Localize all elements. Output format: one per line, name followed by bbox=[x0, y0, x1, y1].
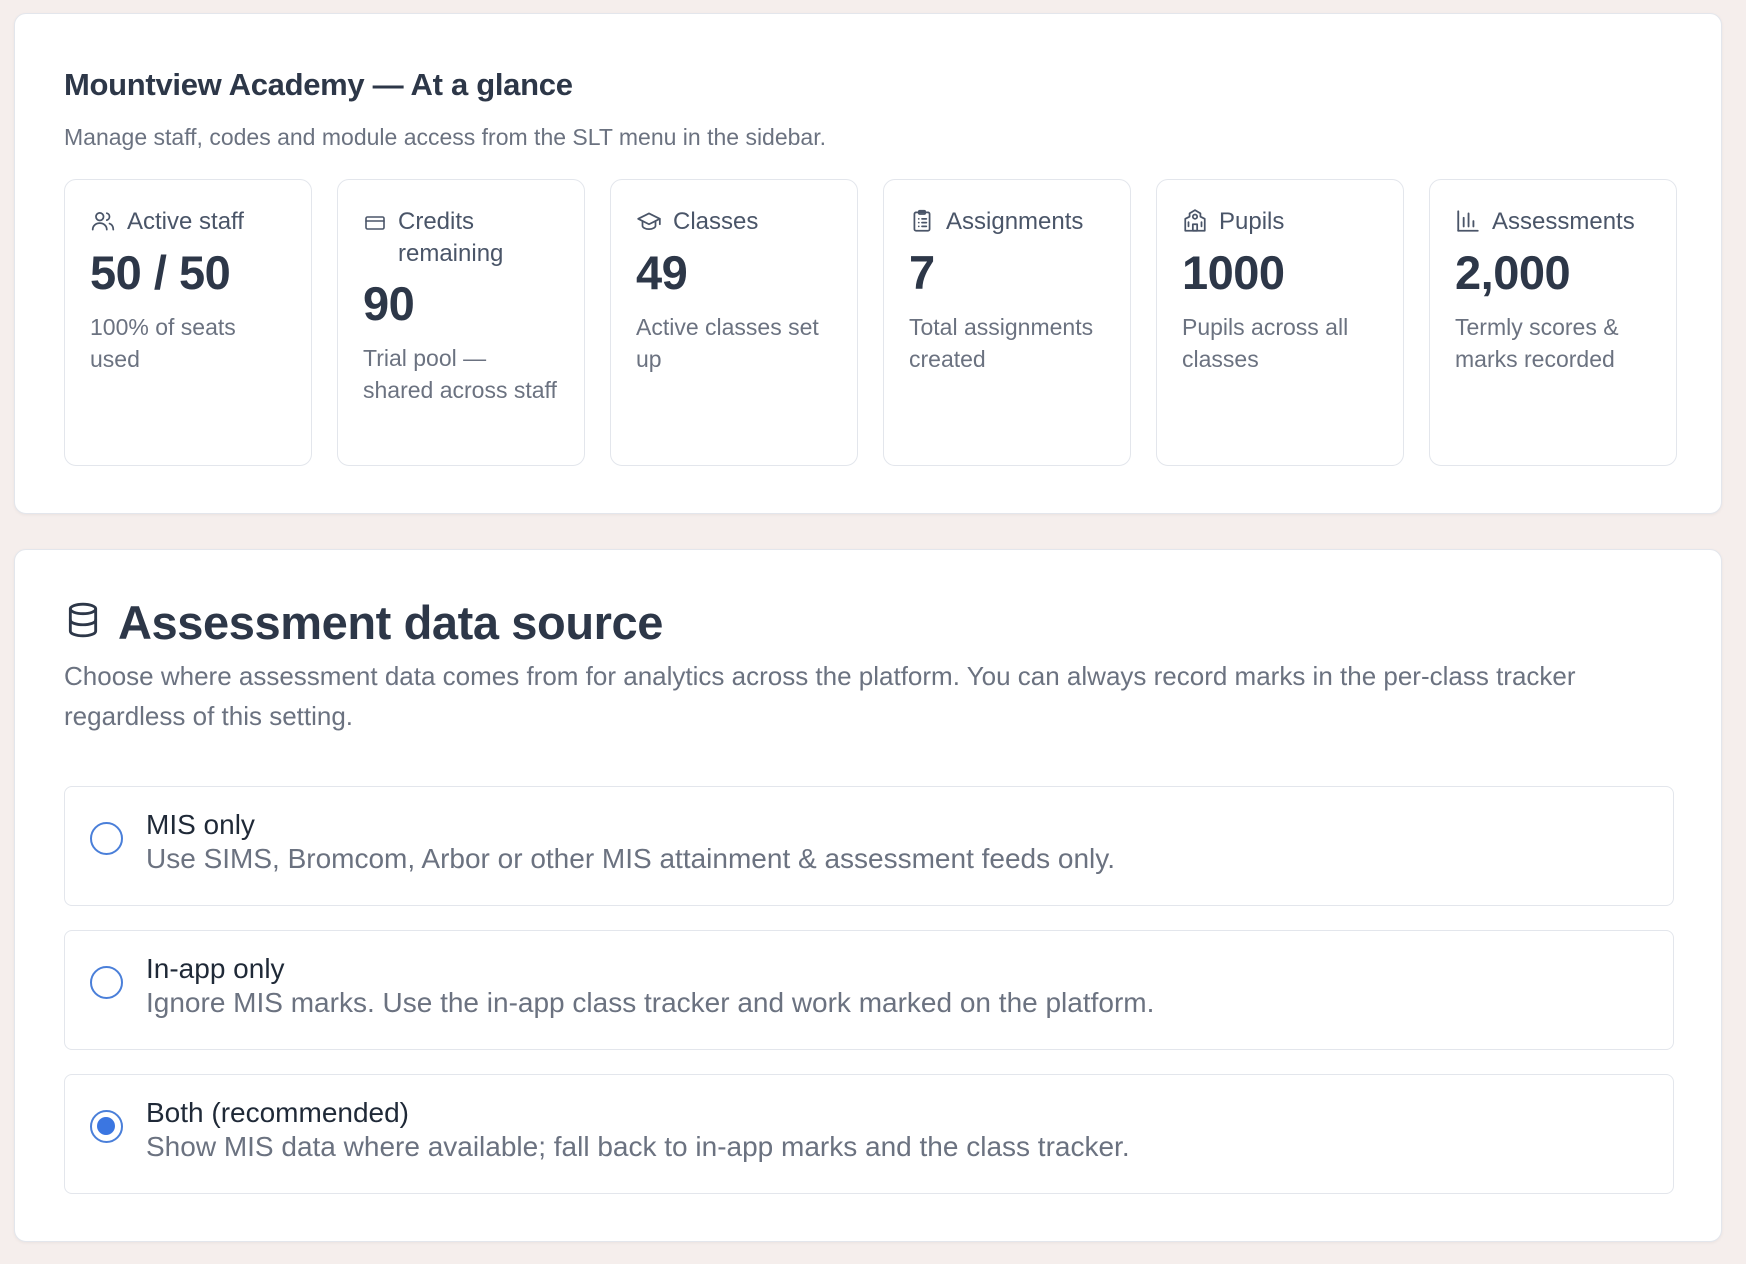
stat-card-assessments: Assessments 2,000 Termly scores & marks … bbox=[1429, 179, 1677, 466]
stat-card-classes: Classes 49 Active classes set up bbox=[610, 179, 858, 466]
option-description: Use SIMS, Bromcom, Arbor or other MIS at… bbox=[146, 843, 1115, 874]
bar-chart-icon bbox=[1455, 206, 1481, 239]
radio-mis-only[interactable] bbox=[90, 822, 123, 855]
stat-description: Pupils across all classes bbox=[1182, 314, 1349, 372]
stat-label: Assignments bbox=[946, 208, 1084, 235]
radio-in-app-only[interactable] bbox=[90, 966, 123, 999]
stat-description: Total assignments created bbox=[909, 314, 1094, 372]
clipboard-list-icon bbox=[909, 206, 935, 239]
stat-value: 90 bbox=[363, 277, 415, 330]
overview-card: Mountview Academy — At a glance Manage s… bbox=[14, 13, 1722, 514]
data-source-options: MIS only Use SIMS, Bromcom, Arbor or oth… bbox=[64, 786, 1674, 1218]
stat-value: 50 / 50 bbox=[90, 246, 231, 299]
option-mis-only[interactable]: MIS only Use SIMS, Bromcom, Arbor or oth… bbox=[64, 786, 1674, 906]
stat-description: Active classes set up bbox=[636, 314, 819, 372]
data-source-card: Assessment data source Choose where asse… bbox=[14, 549, 1722, 1242]
graduation-cap-icon bbox=[636, 206, 662, 239]
stat-label: Assessments bbox=[1492, 208, 1635, 235]
overview-title: Mountview Academy — At a glance bbox=[64, 67, 573, 102]
stat-card-pupils: Pupils 1000 Pupils across all classes bbox=[1156, 179, 1404, 466]
stat-card-credits-remaining: Credits remaining 90 Trial pool — shared… bbox=[337, 179, 585, 466]
data-source-description: Choose where assessment data comes from … bbox=[64, 661, 1576, 731]
credit-card-icon bbox=[363, 206, 387, 239]
stat-value: 49 bbox=[636, 246, 688, 299]
option-both[interactable]: Both (recommended) Show MIS data where a… bbox=[64, 1074, 1674, 1194]
option-description: Show MIS data where available; fall back… bbox=[146, 1131, 1130, 1162]
stat-description: 100% of seats used bbox=[90, 314, 236, 372]
users-icon bbox=[90, 206, 116, 239]
radio-both[interactable] bbox=[90, 1110, 123, 1143]
stats-row: Active staff 50 / 50 100% of seats used … bbox=[64, 179, 1677, 466]
stat-value: 7 bbox=[909, 246, 935, 299]
option-title: In-app only bbox=[146, 953, 285, 984]
stat-value: 2,000 bbox=[1455, 246, 1571, 299]
database-icon bbox=[64, 600, 102, 645]
data-source-title: Assessment data source bbox=[118, 596, 664, 649]
option-in-app-only[interactable]: In-app only Ignore MIS marks. Use the in… bbox=[64, 930, 1674, 1050]
stat-description: Trial pool — shared across staff bbox=[363, 345, 557, 403]
option-title: MIS only bbox=[146, 809, 255, 840]
option-title: Both (recommended) bbox=[146, 1097, 410, 1128]
stat-description: Termly scores & marks recorded bbox=[1455, 314, 1619, 372]
stat-card-active-staff: Active staff 50 / 50 100% of seats used bbox=[64, 179, 312, 466]
stat-value: 1000 bbox=[1182, 246, 1285, 299]
option-description: Ignore MIS marks. Use the in-app class t… bbox=[146, 987, 1155, 1018]
stat-label: Active staff bbox=[127, 208, 244, 235]
school-icon bbox=[1182, 206, 1208, 239]
stat-label: Pupils bbox=[1219, 208, 1285, 235]
stat-label: Classes bbox=[673, 208, 759, 235]
stat-card-assignments: Assignments 7 Total assignments created bbox=[883, 179, 1131, 466]
stat-label: Credits remaining bbox=[398, 208, 504, 267]
overview-subtitle: Manage staff, codes and module access fr… bbox=[64, 124, 826, 150]
